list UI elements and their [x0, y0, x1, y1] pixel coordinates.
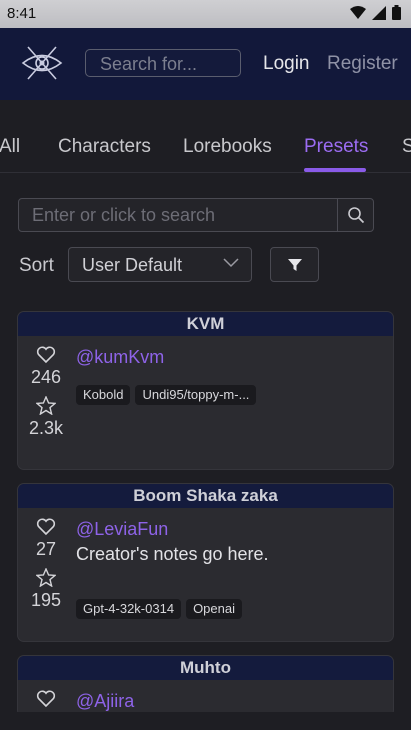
active-tab-indicator: [304, 168, 366, 172]
tab-lorebooks[interactable]: Lorebooks: [183, 136, 272, 158]
tag[interactable]: Gpt-4-32k-0314: [76, 599, 182, 619]
bottom-edge: [0, 712, 411, 730]
battery-icon: [392, 5, 401, 20]
tab-characters[interactable]: Characters: [58, 136, 151, 158]
preset-card[interactable]: KVM 246 2.3k @kumKvm Kobold Undi95/toppy…: [18, 312, 393, 469]
status-icons: [350, 5, 401, 20]
sort-direction-button[interactable]: [270, 247, 319, 282]
card-stats: 27 195: [18, 508, 74, 611]
login-link[interactable]: Login: [263, 53, 310, 75]
chevron-down-icon: [223, 258, 239, 268]
tag-list: Kobold Undi95/toppy-m-...: [76, 385, 257, 405]
category-tabs: All Characters Lorebooks Presets S: [0, 100, 411, 173]
tag-list: Gpt-4-32k-0314 Openai: [76, 599, 242, 619]
app-header: Search for... Login Register: [0, 28, 411, 100]
status-time: 8:41: [7, 5, 37, 22]
sort-value: User Default: [82, 255, 183, 275]
star-icon[interactable]: [36, 568, 56, 587]
author-link[interactable]: @Ajiira: [76, 691, 134, 712]
sort-label: Sort: [19, 255, 54, 276]
author-link[interactable]: @LeviaFun: [76, 519, 168, 540]
search-icon: [347, 207, 364, 224]
like-count: 246: [30, 367, 62, 387]
tab-more[interactable]: S: [402, 136, 411, 158]
tab-all[interactable]: All: [0, 136, 20, 158]
like-count: 27: [35, 539, 57, 559]
search-button[interactable]: [337, 198, 374, 232]
wifi-icon: [350, 5, 366, 19]
funnel-icon: [287, 258, 302, 271]
author-link[interactable]: @kumKvm: [76, 347, 164, 368]
tag[interactable]: Kobold: [76, 385, 131, 405]
tag[interactable]: Undi95/toppy-m-...: [135, 385, 257, 405]
preset-card[interactable]: Muhto @Ajiira: [18, 656, 393, 716]
sort-select[interactable]: User Default: [68, 247, 252, 282]
preset-card[interactable]: Boom Shaka zaka 27 195 @LeviaFun Creator…: [18, 484, 393, 641]
status-bar: 8:41: [0, 0, 411, 28]
card-title: KVM: [18, 312, 393, 336]
card-stats: 246 2.3k: [18, 336, 74, 439]
heart-icon[interactable]: [36, 690, 56, 708]
header-search-input[interactable]: Search for...: [85, 49, 241, 77]
signal-icon: [372, 5, 386, 20]
tag[interactable]: Openai: [186, 599, 242, 619]
creator-notes: Creator's notes go here.: [76, 544, 269, 564]
logo-icon[interactable]: [20, 42, 64, 84]
card-stats: [18, 680, 74, 708]
register-link[interactable]: Register: [327, 53, 398, 75]
heart-icon[interactable]: [36, 518, 56, 536]
tab-presets[interactable]: Presets: [304, 136, 368, 158]
star-icon[interactable]: [36, 396, 56, 415]
star-count: 195: [30, 590, 62, 610]
star-count: 2.3k: [28, 418, 64, 438]
heart-icon[interactable]: [36, 346, 56, 364]
card-title: Boom Shaka zaka: [18, 484, 393, 508]
card-title: Muhto: [18, 656, 393, 680]
search-input[interactable]: Enter or click to search: [18, 198, 338, 232]
